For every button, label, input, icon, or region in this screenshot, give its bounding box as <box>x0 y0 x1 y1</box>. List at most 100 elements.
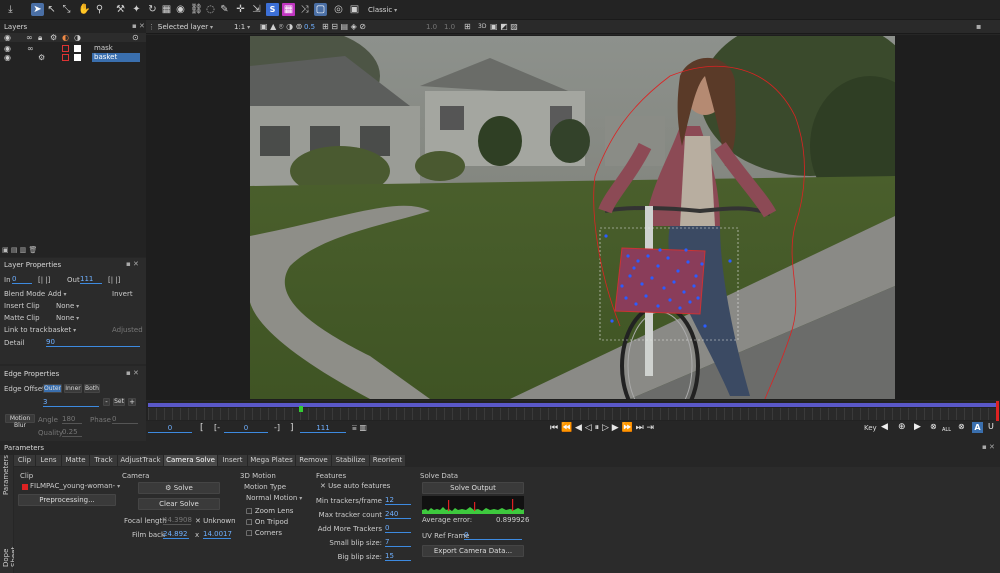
timeline-ruler[interactable] <box>148 408 998 420</box>
tab-camera-solve[interactable]: Camera Solve <box>164 455 218 466</box>
color-icon[interactable]: ▣ <box>348 3 361 16</box>
small-blip-field[interactable]: 7 <box>385 538 411 547</box>
move-icon[interactable]: ✛ <box>234 3 247 16</box>
workspace-dropdown[interactable]: Classic <box>368 6 397 14</box>
grid-icon[interactable]: ▦ <box>282 3 295 16</box>
tab-adjusttrack[interactable]: AdjustTrack <box>118 455 164 466</box>
zoom-select[interactable]: 1:1 <box>234 23 250 31</box>
angle-field[interactable]: 180 <box>62 415 82 424</box>
eye-small-icon[interactable]: ⊙ <box>132 33 139 42</box>
mode-3d[interactable]: 3D <box>478 23 486 30</box>
link-icon[interactable]: ∞ <box>26 33 33 42</box>
layer-color-swatch[interactable] <box>62 54 69 61</box>
zoom-lens-checkbox[interactable]: □ Zoom Lens <box>246 507 293 515</box>
matte-clip-select[interactable]: None <box>56 314 138 322</box>
out-step-icon[interactable]: [| |] <box>108 276 120 284</box>
pen-icon[interactable]: ✎ <box>218 3 231 16</box>
unknown-checkbox[interactable]: ✕ Unknown <box>195 517 236 525</box>
save-icon[interactable]: ⤓ <box>4 3 17 16</box>
select-icon[interactable]: ↖ <box>45 3 58 16</box>
eye-icon[interactable]: ◉ <box>4 53 11 62</box>
in-step-icon[interactable]: [| |] <box>38 276 50 284</box>
blend-mode-select[interactable]: Add <box>48 290 98 298</box>
video-frame[interactable] <box>250 36 895 399</box>
magic-icon[interactable]: ⚒ <box>114 3 127 16</box>
phase-field[interactable]: 0 <box>112 415 138 424</box>
decrement-button[interactable]: - <box>103 398 110 406</box>
zoom-icon[interactable]: ⚲ <box>93 3 106 16</box>
film-back-height-field[interactable]: 14.0017 <box>203 530 232 539</box>
increment-button[interactable]: + <box>128 398 136 406</box>
link-track-select[interactable]: basket <box>48 326 100 334</box>
on-tripod-checkbox[interactable]: □ On Tripod <box>246 518 288 526</box>
layer-color-swatch[interactable] <box>62 45 69 52</box>
tab-stabilize[interactable]: Stabilize <box>332 455 370 466</box>
timeline-range-bar[interactable] <box>148 403 998 407</box>
disc-icon[interactable]: ◉ <box>174 3 187 16</box>
playhead-marker[interactable] <box>299 406 303 412</box>
contrast-icon[interactable]: ◑ <box>74 33 81 42</box>
lock-icon[interactable]: 🔒︎ <box>38 33 42 43</box>
tab-insert[interactable]: Insert <box>218 455 248 466</box>
add-key-button[interactable]: ⊕ <box>898 422 906 432</box>
out-frame-field[interactable]: 111 <box>300 424 346 433</box>
layer-matte-swatch[interactable] <box>74 54 81 61</box>
clear-key-button[interactable]: ⊗ <box>958 422 965 431</box>
inner-button[interactable]: Inner <box>64 384 82 393</box>
eye-icon[interactable]: ◎ <box>332 3 345 16</box>
render-icons[interactable]: ⊞ ⊟ ▤ ◈ ⊘ <box>322 22 366 31</box>
tab-clip[interactable]: Clip <box>14 455 36 466</box>
go-in-button[interactable]: [- <box>214 423 220 432</box>
eye-icon[interactable]: ◉ <box>4 44 11 53</box>
solve-output-button[interactable]: Solve Output <box>422 482 524 494</box>
timeline[interactable] <box>146 401 1000 421</box>
tab-remove[interactable]: Remove <box>296 455 332 466</box>
go-out-button[interactable]: -] <box>274 423 280 432</box>
tab-lens[interactable]: Lens <box>36 455 62 466</box>
next-key-button[interactable]: ▶ <box>914 422 921 432</box>
hand-icon[interactable]: ✋ <box>78 3 91 16</box>
big-blip-field[interactable]: 15 <box>385 552 411 561</box>
tab-matte[interactable]: Matte <box>62 455 90 466</box>
rotate-icon[interactable]: ↻ <box>146 3 159 16</box>
prev-key-button[interactable]: ◀ <box>881 422 888 432</box>
playback-controls[interactable]: ⏮ ⏪ ◀ ◁ ⏸ ▷ ▶ ⏩ ⏭ ⇥ <box>550 423 654 433</box>
set-button[interactable]: Set <box>113 398 125 406</box>
overlay-icons[interactable]: ▣ ◩ ▨ <box>490 22 518 31</box>
min-trackers-field[interactable]: 12 <box>385 496 411 505</box>
out-field[interactable]: 111 <box>80 275 102 284</box>
in-frame-field[interactable]: 0 <box>224 424 268 433</box>
layer-view-select[interactable]: Selected layer <box>158 23 213 31</box>
viewer-menu-icon[interactable]: ▪ <box>976 22 981 31</box>
grid-icon[interactable]: ⊞ <box>464 22 471 31</box>
color-wheel-icon[interactable]: ◐ <box>62 33 69 42</box>
layer-matte-swatch[interactable] <box>74 45 81 52</box>
motion-blur-button[interactable]: Motion Blur <box>5 414 35 429</box>
preprocessing-button[interactable]: Preprocessing... <box>18 494 116 506</box>
both-button[interactable]: Both <box>84 384 100 393</box>
set-out-button[interactable]: ] <box>290 423 294 433</box>
max-tracker-field[interactable]: 240 <box>385 510 411 519</box>
s-icon[interactable]: S <box>266 3 279 16</box>
tab-mega-plates[interactable]: Mega Plates <box>248 455 296 466</box>
arrows-icon[interactable]: ⇲ <box>250 3 263 16</box>
uv-ref-frame-field[interactable]: 0 <box>464 531 522 540</box>
insert-clip-select[interactable]: None <box>56 302 138 310</box>
delete-key-button[interactable]: ⊗ <box>930 422 937 431</box>
shape-icon[interactable]: ◌ <box>204 3 217 16</box>
detail-field[interactable]: 90 <box>46 338 140 347</box>
edge-offset-field[interactable]: 3 <box>43 398 99 407</box>
side-tab-parameters[interactable]: Parameters <box>2 455 10 495</box>
quality-field[interactable]: 0.25 <box>62 428 82 437</box>
auto-features-checkbox[interactable]: ✕ Use auto features <box>320 482 390 490</box>
autokey-button[interactable]: A <box>972 422 983 433</box>
focal-length-field[interactable]: 44.3908 <box>163 516 192 525</box>
solve-button[interactable]: ⚙ Solve <box>138 482 220 494</box>
viewer-area[interactable] <box>146 35 1000 400</box>
all-keys-label[interactable]: ALL <box>942 427 951 433</box>
film-back-width-field[interactable]: 24.892 <box>163 530 189 539</box>
panel-menu-icon[interactable]: ▪ ✕ <box>982 443 995 451</box>
outer-button[interactable]: Outer <box>43 384 62 393</box>
layer-row[interactable]: ◉ ∞ mask <box>0 44 146 53</box>
motion-type-select[interactable]: Normal Motion <box>246 494 304 502</box>
